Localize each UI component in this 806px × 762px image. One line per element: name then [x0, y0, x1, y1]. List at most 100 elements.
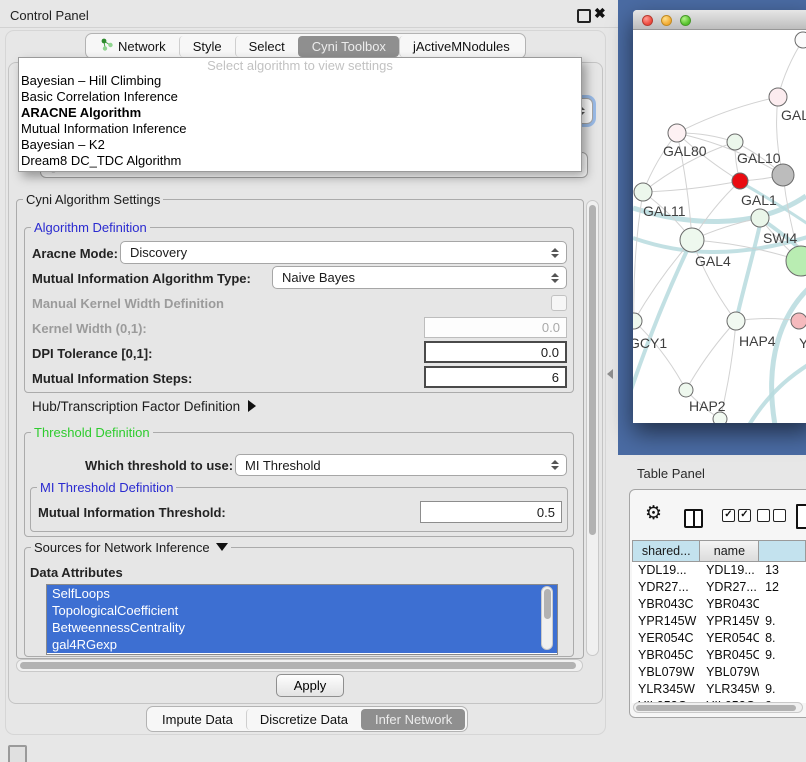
tab-infer-network[interactable]: Infer Network: [361, 709, 465, 730]
select-all-checkboxes-icon[interactable]: ✓✓: [722, 509, 751, 522]
manual-kernel-checkbox[interactable]: [551, 295, 567, 311]
table-cell[interactable]: YDL19...: [700, 562, 759, 579]
scrollbar-thumb[interactable]: [20, 662, 576, 669]
network-edge[interactable]: [643, 133, 677, 192]
aracne-mode-combo[interactable]: Discovery: [120, 241, 567, 264]
scrollbar-thumb[interactable]: [636, 705, 796, 711]
table-column-header[interactable]: shared...: [632, 540, 700, 562]
network-node[interactable]: [791, 313, 806, 329]
tab-select[interactable]: Select: [235, 36, 298, 57]
table-row[interactable]: YLR345WYLR345W9.: [632, 681, 806, 698]
scrollbar-thumb[interactable]: [589, 205, 596, 535]
network-node[interactable]: [772, 164, 794, 186]
dropdown-item[interactable]: Basic Correlation Inference: [19, 89, 581, 105]
network-node[interactable]: [727, 134, 743, 150]
table-cell[interactable]: [759, 596, 806, 613]
zoom-traffic-light-icon[interactable]: [680, 15, 691, 26]
table-cell[interactable]: YLR345W: [700, 681, 759, 698]
mi-type-combo[interactable]: Naive Bayes: [272, 266, 567, 289]
kernel-width-field[interactable]: 0.0: [424, 317, 567, 338]
table-cell[interactable]: 8.: [759, 630, 806, 647]
table-cell[interactable]: YPR145W: [632, 613, 700, 630]
tab-impute-data[interactable]: Impute Data: [149, 709, 246, 730]
table-row[interactable]: YBR043CYBR043C: [632, 596, 806, 613]
close-icon[interactable]: ✖: [594, 5, 606, 22]
table-cell[interactable]: YDL19...: [632, 562, 700, 579]
table-cell[interactable]: YBR043C: [700, 596, 759, 613]
table-cell[interactable]: 12: [759, 579, 806, 596]
network-edge-thick[interactable]: [772, 286, 806, 423]
network-edge-thick[interactable]: [749, 363, 806, 423]
apply-button[interactable]: Apply: [276, 674, 344, 697]
table-row[interactable]: YBR045CYBR045C9.: [632, 647, 806, 664]
dropdown-item[interactable]: Bayesian – Hill Climbing: [19, 73, 581, 89]
tab-jactivemnodules[interactable]: jActiveMNodules: [399, 36, 523, 57]
mi-steps-field[interactable]: 6: [424, 366, 567, 388]
network-node[interactable]: [795, 32, 806, 48]
attributes-list-scrollbar[interactable]: [541, 586, 553, 650]
attribute-list-item[interactable]: BetweennessCentrality: [47, 619, 557, 636]
network-canvas[interactable]: GALGAL80GAL10GAL1GAL11SWI4GAL4GCY1HAP4YH…: [633, 30, 806, 423]
collapsed-panel-grip[interactable]: [8, 745, 27, 762]
table-cell[interactable]: YDR27...: [632, 579, 700, 596]
table-row[interactable]: YBL079WYBL079W: [632, 664, 806, 681]
close-traffic-light-icon[interactable]: [642, 15, 653, 26]
table-cell[interactable]: 9.: [759, 647, 806, 664]
network-node[interactable]: [634, 183, 652, 201]
table-cell[interactable]: YPR145W: [700, 613, 759, 630]
dropdown-item[interactable]: ARACNE Algorithm: [19, 105, 581, 121]
scrollbar-thumb[interactable]: [544, 589, 551, 619]
minimize-traffic-light-icon[interactable]: [661, 15, 672, 26]
column-layout-icon[interactable]: [684, 509, 703, 528]
table-column-header[interactable]: name: [700, 540, 759, 562]
network-edge[interactable]: [643, 181, 740, 192]
table-cell[interactable]: [759, 664, 806, 681]
network-node[interactable]: [633, 313, 642, 329]
dropdown-item[interactable]: Dream8 DC_TDC Algorithm: [19, 153, 581, 169]
gear-icon[interactable]: ⚙: [645, 502, 662, 524]
network-window-titlebar[interactable]: [633, 10, 806, 30]
table-cell[interactable]: 9.: [759, 681, 806, 698]
dropdown-item[interactable]: Mutual Information Inference: [19, 121, 581, 137]
table-cell[interactable]: YBL079W: [700, 664, 759, 681]
network-edge[interactable]: [677, 97, 778, 133]
tab-network[interactable]: Network: [88, 35, 179, 57]
table-cell[interactable]: YBR045C: [632, 647, 700, 664]
table-row[interactable]: YPR145WYPR145W9.: [632, 613, 806, 630]
attribute-list-item[interactable]: TopologicalCoefficient: [47, 602, 557, 619]
hub-definition-toggle[interactable]: Hub/Transcription Factor Definition: [32, 399, 256, 414]
network-node[interactable]: [668, 124, 686, 142]
table-cell[interactable]: YLR345W: [632, 681, 700, 698]
table-cell[interactable]: 13: [759, 562, 806, 579]
float-window-icon[interactable]: [577, 9, 591, 23]
splitter-collapse-icon[interactable]: [607, 369, 613, 379]
tab-discretize-data[interactable]: Discretize Data: [246, 709, 361, 730]
dropdown-item[interactable]: Bayesian – K2: [19, 137, 581, 153]
table-cell[interactable]: 9.: [759, 613, 806, 630]
tab-style[interactable]: Style: [179, 36, 235, 57]
table-row[interactable]: YDL19...YDL19...13: [632, 562, 806, 579]
network-node[interactable]: [732, 173, 748, 189]
table-row[interactable]: YDR27...YDR27...12: [632, 579, 806, 596]
table-row[interactable]: YER054CYER054C8.: [632, 630, 806, 647]
settings-horizontal-scrollbar[interactable]: [16, 659, 583, 672]
table-cell[interactable]: YER054C: [700, 630, 759, 647]
table-cell[interactable]: YBL079W: [632, 664, 700, 681]
tab-cyni-toolbox[interactable]: Cyni Toolbox: [298, 36, 399, 57]
dpi-tolerance-field[interactable]: 0.0: [424, 341, 567, 363]
attribute-list-item[interactable]: gal4RGexp: [47, 636, 557, 653]
table-cell[interactable]: YBR043C: [632, 596, 700, 613]
network-node[interactable]: [751, 209, 769, 227]
mi-threshold-field[interactable]: 0.5: [420, 501, 562, 523]
table-cell[interactable]: YDR27...: [700, 579, 759, 596]
network-node[interactable]: [680, 228, 704, 252]
which-threshold-combo[interactable]: MI Threshold: [235, 454, 567, 476]
table-cell[interactable]: YBR045C: [700, 647, 759, 664]
settings-vertical-scrollbar[interactable]: [586, 200, 599, 656]
table-cell[interactable]: YER054C: [632, 630, 700, 647]
sources-group-title[interactable]: Sources for Network Inference: [31, 540, 231, 555]
network-node[interactable]: [679, 383, 693, 397]
deselect-all-checkboxes-icon[interactable]: [757, 509, 786, 522]
table-horizontal-scrollbar[interactable]: [633, 702, 803, 713]
network-node[interactable]: [727, 312, 745, 330]
